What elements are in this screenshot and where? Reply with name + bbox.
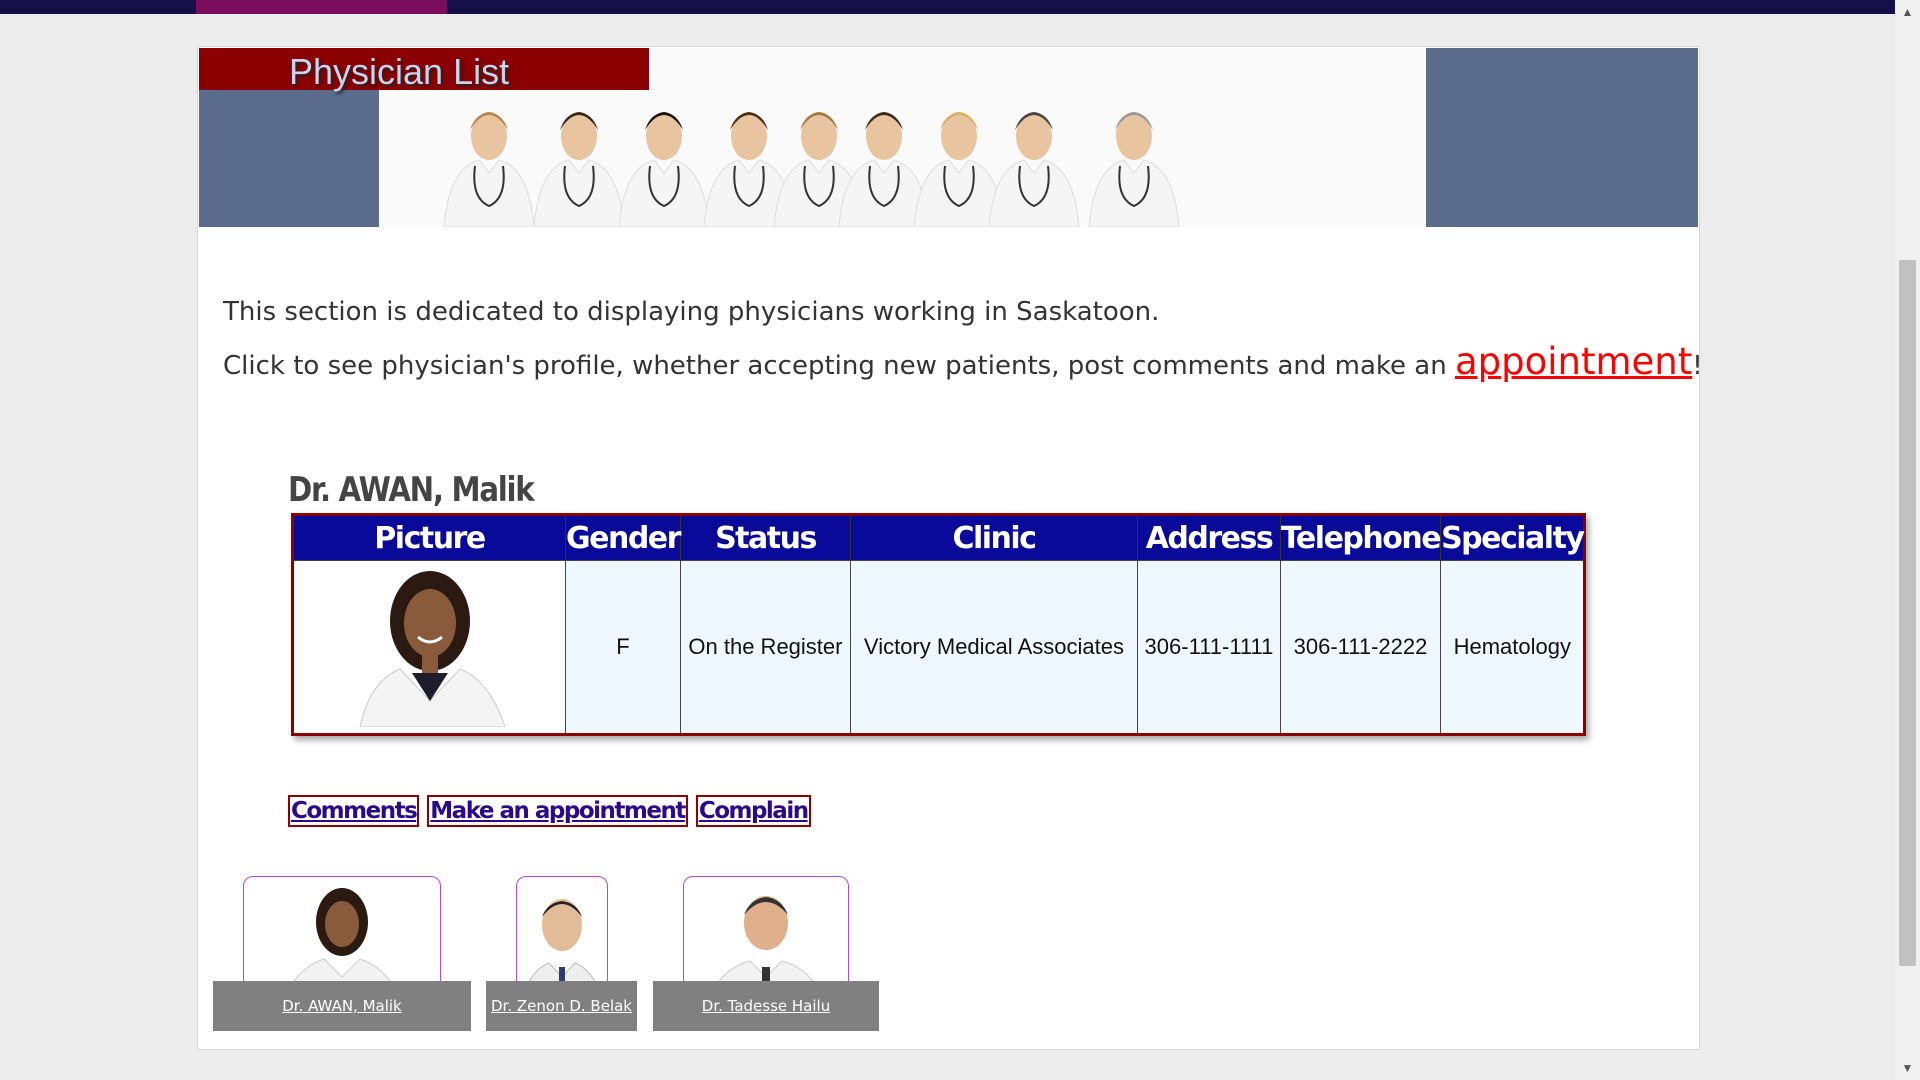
- doctor-name-heading: Dr. AWAN, Malik: [288, 470, 535, 510]
- appointment-link[interactable]: appointment: [1455, 340, 1692, 383]
- table-row: F On the Register Victory Medical Associ…: [292, 560, 1586, 735]
- comments-button[interactable]: Comments: [288, 795, 420, 827]
- complain-button[interactable]: Complain: [695, 795, 811, 827]
- table-header-row: Picture Gender Status Clinic Address Tel…: [292, 514, 1586, 561]
- physician-photo-awan: [283, 888, 401, 997]
- physician-thumb-hailu[interactable]: [683, 876, 849, 998]
- column-header-status: Status: [680, 514, 851, 561]
- scroll-down-icon[interactable]: ▼: [1895, 1058, 1920, 1078]
- banner-doctor-figure: [1088, 112, 1180, 227]
- banner-doctor-figure: [913, 112, 1005, 227]
- top-bar-active-tab[interactable]: [196, 0, 447, 14]
- scroll-up-icon[interactable]: ▲: [1895, 2, 1920, 22]
- intro-line-2-prefix: Click to see physician's profile, whethe…: [223, 351, 1455, 381]
- physician-link-awan[interactable]: Dr. AWAN, Malik: [213, 981, 471, 1031]
- status-cell: On the Register: [679, 560, 851, 735]
- banner-doctor-figure: [838, 112, 930, 227]
- column-header-telephone: Telephone: [1280, 514, 1442, 561]
- make-appointment-button[interactable]: Make an appointment: [427, 795, 688, 827]
- page-title-box: Physician List: [199, 48, 649, 92]
- doctor-portrait: [358, 571, 506, 728]
- intro-text: This section is dedicated to displaying …: [223, 287, 1703, 391]
- page-container: Physician List This section is dedicated…: [197, 46, 1703, 1050]
- banner-doctor-figure: [443, 112, 535, 227]
- physician-link-belak[interactable]: Dr. Zenon D. Belak: [486, 981, 637, 1031]
- intro-line-1: This section is dedicated to displaying …: [223, 297, 1160, 327]
- physician-link-hailu[interactable]: Dr. Tadesse Hailu: [653, 981, 879, 1031]
- banner-right-panel: [1426, 48, 1698, 227]
- banner-doctor-figure: [618, 112, 710, 227]
- column-header-address: Address: [1137, 514, 1281, 561]
- physician-thumb-belak[interactable]: [516, 876, 608, 998]
- column-header-gender: Gender: [565, 514, 681, 561]
- intro-line-2-suffix: !: [1692, 351, 1703, 381]
- banner-doctor-figure: [533, 112, 625, 227]
- banner-doctor-figure: [988, 112, 1080, 227]
- physician-photo-hailu: [708, 896, 824, 997]
- gender-cell: F: [565, 560, 681, 735]
- page-title: Physician List: [289, 51, 510, 92]
- column-header-clinic: Clinic: [850, 514, 1138, 561]
- physician-photo-belak: [521, 899, 603, 997]
- clinic-cell: Victory Medical Associates: [849, 560, 1138, 735]
- address-cell: 306-111-1111: [1136, 560, 1281, 735]
- physician-info-table: Picture Gender Status Clinic Address Tel…: [291, 513, 1587, 736]
- telephone-cell: 306-111-2222: [1279, 560, 1442, 735]
- action-buttons: Comments Make an appointment Complain: [288, 795, 819, 827]
- vertical-scrollbar[interactable]: ▲ ▼: [1895, 0, 1920, 1080]
- column-header-picture: Picture: [292, 514, 566, 561]
- picture-cell: [292, 560, 566, 735]
- intro-line-2: Click to see physician's profile, whethe…: [223, 337, 1703, 391]
- column-header-specialty: Specialty: [1440, 514, 1586, 561]
- physician-thumb-awan[interactable]: [243, 876, 441, 998]
- scrollbar-thumb[interactable]: [1899, 260, 1916, 966]
- specialty-cell: Hematology: [1440, 560, 1586, 735]
